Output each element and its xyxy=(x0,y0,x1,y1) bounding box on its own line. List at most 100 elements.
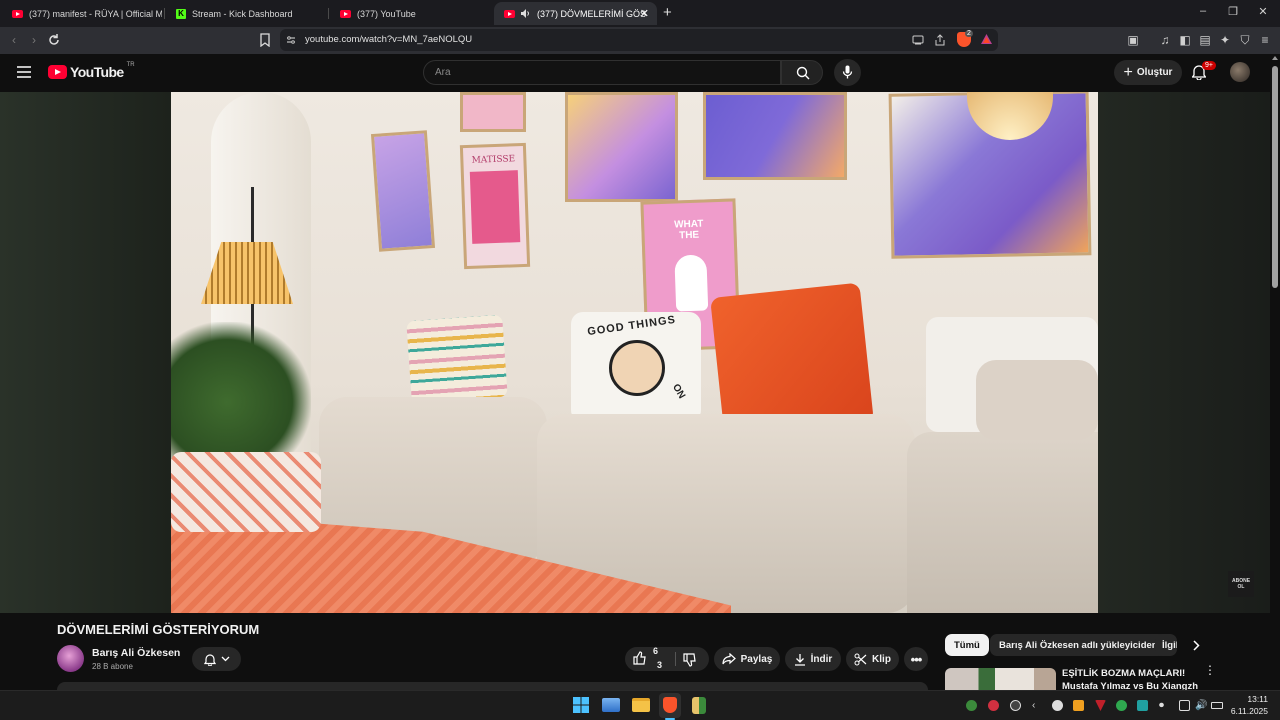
poster-frame xyxy=(565,92,678,202)
chip-from-uploader[interactable]: Barış Ali Özkesen adlı yükleyiciden xyxy=(990,634,1167,656)
file-explorer-icon[interactable] xyxy=(632,698,650,712)
battery-icon[interactable] xyxy=(1211,702,1223,709)
youtube-icon xyxy=(48,65,67,79)
scroll-up-icon[interactable] xyxy=(1272,56,1278,60)
share-label: Paylaş xyxy=(740,653,773,665)
bookmark-icon[interactable] xyxy=(258,33,272,47)
poster-word: THE xyxy=(678,229,700,242)
sidebar-panel-icon[interactable]: ▣ xyxy=(1126,33,1140,47)
music-icon[interactable]: ♫ xyxy=(1158,33,1172,47)
sidebar-toggle-icon[interactable]: ◧ xyxy=(1178,33,1192,47)
tray-app-icon[interactable] xyxy=(1073,700,1084,711)
share-page-icon[interactable] xyxy=(934,34,946,46)
restore-icon[interactable]: ❐ xyxy=(1223,5,1243,18)
back-icon[interactable]: ‹ xyxy=(7,33,21,47)
chip-related[interactable]: İlgili xyxy=(1155,634,1177,656)
thumbs-up-icon xyxy=(633,651,646,665)
address-bar[interactable]: youtube.com/watch?v=MN_7aeNOLQU 2 xyxy=(280,29,998,51)
clip-label: Klip xyxy=(872,653,891,665)
brave-browser-icon[interactable] xyxy=(659,693,681,718)
description-box-edge[interactable] xyxy=(57,682,928,690)
video-right-ambient xyxy=(1098,92,1270,613)
more-actions-button[interactable]: ••• xyxy=(904,647,928,671)
close-window-icon[interactable]: ✕ xyxy=(1253,5,1273,18)
clip-button[interactable]: Klip xyxy=(846,647,899,671)
app-icon[interactable] xyxy=(692,697,706,714)
scrollbar-thumb[interactable] xyxy=(1272,66,1278,288)
search-button[interactable] xyxy=(781,60,823,85)
tray-app-icon[interactable] xyxy=(1010,700,1021,711)
matisse-poster: MATISSE xyxy=(459,142,531,270)
tray-app-icon[interactable] xyxy=(1052,700,1063,711)
speaker-icon[interactable] xyxy=(521,9,531,18)
chevron-right-icon[interactable] xyxy=(1191,640,1201,651)
widgets-icon[interactable] xyxy=(602,698,620,712)
more-vertical-icon[interactable]: ⋮ xyxy=(1204,664,1216,676)
close-tab-icon[interactable]: ✕ xyxy=(640,7,649,20)
page-scrollbar[interactable] xyxy=(1270,54,1280,690)
browser-tab[interactable]: (377) manifest - RÜYA | Official Music xyxy=(2,2,162,25)
tray-app-icon[interactable] xyxy=(1116,700,1127,711)
volume-icon[interactable]: 🔊 xyxy=(1195,700,1207,711)
tray-app-icon[interactable] xyxy=(988,700,999,711)
logo-text: YouTube xyxy=(70,64,124,80)
brave-shields-icon[interactable]: 2 xyxy=(957,30,973,47)
download-button[interactable]: İndir xyxy=(785,647,841,671)
hamburger-menu-icon[interactable] xyxy=(17,66,31,78)
tray-app-icon[interactable] xyxy=(1137,700,1148,711)
smiley-pillow: GOOD THINGS ON xyxy=(571,312,701,422)
search-input[interactable]: Ara xyxy=(423,60,781,85)
youtube-logo[interactable]: YouTube TR xyxy=(48,62,135,80)
windows-start-icon[interactable] xyxy=(573,697,589,713)
create-button[interactable]: + Oluştur xyxy=(1114,60,1182,85)
avatar[interactable] xyxy=(1230,62,1250,82)
reload-icon[interactable] xyxy=(47,33,61,47)
subscriber-count: 28 B abone xyxy=(92,662,133,671)
channel-avatar[interactable] xyxy=(57,645,84,672)
chip-all[interactable]: Tümü xyxy=(945,634,989,656)
share-button[interactable]: Paylaş xyxy=(714,647,780,671)
vpn-shield-icon[interactable]: ⛉ xyxy=(1238,33,1252,47)
tray-app-icon[interactable] xyxy=(1095,700,1106,711)
menu-icon[interactable]: ≡ xyxy=(1258,33,1272,47)
leo-ai-icon[interactable]: ✦ xyxy=(1218,33,1232,47)
browser-tab[interactable]: (377) YouTube xyxy=(330,2,490,25)
striped-pillow xyxy=(406,314,508,404)
voice-search-button[interactable] xyxy=(834,59,861,86)
youtube-icon xyxy=(340,9,351,18)
thumbs-down-icon[interactable] xyxy=(683,653,697,667)
patterned-cushion xyxy=(171,452,321,532)
subscribe-watermark[interactable]: ABONE OL xyxy=(1228,571,1254,597)
clock-time[interactable]: 13:11 xyxy=(1232,694,1268,704)
youtube-icon xyxy=(12,9,23,18)
recommendation-thumbnail xyxy=(945,668,1056,690)
notifications-button[interactable]: 9+ xyxy=(1191,61,1216,82)
tray-app-icon[interactable]: ‹ xyxy=(1032,700,1043,711)
youtube-header: YouTube TR Ara + Oluştur 9+ xyxy=(0,54,1270,92)
watermark-text: ABONE OL xyxy=(1231,578,1251,590)
chevron-down-icon xyxy=(221,656,229,662)
clock-date[interactable]: 6.11.2025 xyxy=(1226,706,1268,716)
like-button[interactable]: 6 3 xyxy=(633,646,671,670)
pillow-text: GOOD THINGS xyxy=(586,313,677,339)
tray-app-icon[interactable] xyxy=(966,700,977,711)
channel-name[interactable]: Barış Ali Özkesen xyxy=(92,647,180,659)
cast-icon[interactable] xyxy=(912,35,924,45)
subscription-bell-button[interactable] xyxy=(192,647,241,671)
brave-rewards-icon[interactable] xyxy=(980,33,993,46)
new-tab-button[interactable]: + xyxy=(663,4,672,21)
wallet-icon[interactable]: ▤ xyxy=(1198,33,1212,47)
forward-icon[interactable]: › xyxy=(27,33,41,47)
display-tray-icon[interactable] xyxy=(1179,700,1190,711)
site-settings-icon[interactable] xyxy=(286,35,296,45)
share-icon xyxy=(722,653,736,665)
browser-tab[interactable]: K Stream - Kick Dashboard xyxy=(166,2,326,25)
video-frame: MATISSE WHAT THE GOOD THINGS ON xyxy=(171,92,1098,613)
recommendation-item[interactable]: EŞİTLİK BOZMA MAÇLARI! Mustafa Yılmaz vs… xyxy=(945,668,1205,690)
microphone-tray-icon[interactable]: ⏺ xyxy=(1159,700,1170,711)
video-player[interactable]: MATISSE WHAT THE GOOD THINGS ON ABONE OL xyxy=(0,92,1270,613)
browser-toolbar: ‹ › youtube.com/watch?v=MN_7aeNOLQU 2 ▣ … xyxy=(0,27,1280,54)
recommendation-subtitle: Mustafa Yılmaz vs Bu Xiangzh xyxy=(1062,681,1199,690)
browser-tab-active[interactable]: (377) DÖVMELERİMİ GÖSTERİYORUM ✕ xyxy=(494,2,657,25)
minimize-icon[interactable]: – xyxy=(1193,5,1213,17)
